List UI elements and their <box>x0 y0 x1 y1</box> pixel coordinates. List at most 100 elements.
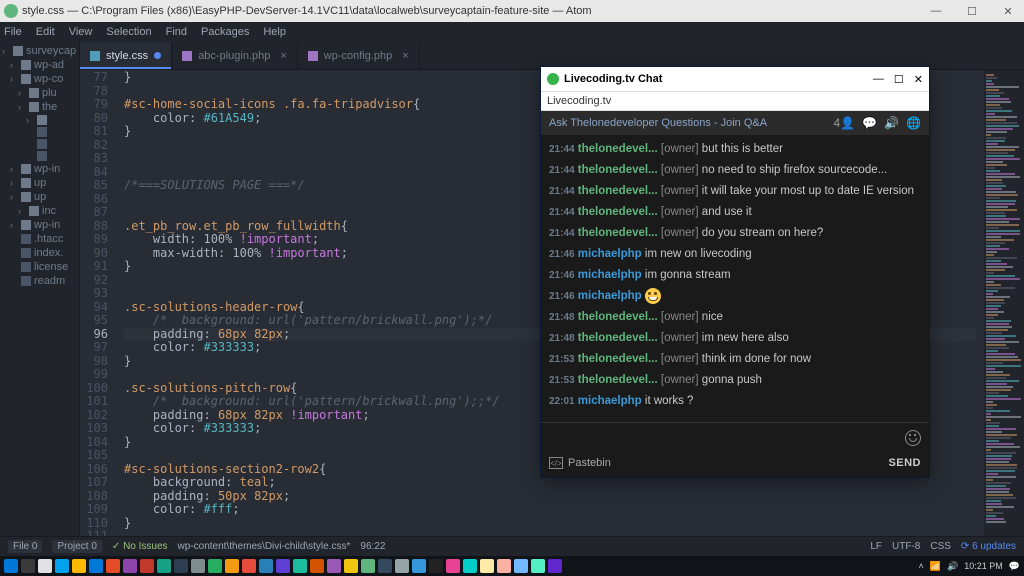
tray-up-icon[interactable]: ˄ <box>919 561 924 571</box>
window-close[interactable]: ✕ <box>996 5 1020 18</box>
tree-item[interactable]: ›inc <box>0 204 79 218</box>
tree-item[interactable]: ›wp-co <box>0 72 79 86</box>
tab-abc-plugin-php[interactable]: abc-plugin.php× <box>172 42 298 69</box>
chat-titlebar[interactable]: Livecoding.tv Chat — ☐ ✕ <box>541 67 929 91</box>
chat-maximize[interactable]: ☐ <box>894 73 904 86</box>
chat-icon[interactable]: 💬 <box>862 116 877 130</box>
tree-item[interactable]: ›wp-in <box>0 218 79 232</box>
taskbar-app-0[interactable] <box>4 559 18 573</box>
taskbar-app-12[interactable] <box>208 559 222 573</box>
tree-item[interactable]: ›up <box>0 176 79 190</box>
taskbar-app-9[interactable] <box>157 559 171 573</box>
taskbar-app-27[interactable] <box>463 559 477 573</box>
taskbar-app-5[interactable] <box>89 559 103 573</box>
taskbar-app-11[interactable] <box>191 559 205 573</box>
taskbar-app-13[interactable] <box>225 559 239 573</box>
menu-edit[interactable]: Edit <box>36 26 55 38</box>
window-maximize[interactable]: ☐ <box>960 5 984 18</box>
taskbar-app-7[interactable] <box>123 559 137 573</box>
tree-item[interactable]: ›wp-in <box>0 162 79 176</box>
chat-ask-text[interactable]: Ask Thelonedeveloper Questions - Join Q&… <box>549 117 767 129</box>
gutter: 7778798081828384858687888990919293949596… <box>80 70 116 536</box>
chat-messages[interactable]: 21:44 thelonedevel... [owner] but this i… <box>541 135 929 422</box>
chat-ask-bar[interactable]: Ask Thelonedeveloper Questions - Join Q&… <box>541 111 929 135</box>
taskbar-app-6[interactable] <box>106 559 120 573</box>
close-tab-icon[interactable]: × <box>402 50 408 62</box>
taskbar-app-4[interactable] <box>72 559 86 573</box>
taskbar-app-8[interactable] <box>140 559 154 573</box>
menu-find[interactable]: Find <box>166 26 187 38</box>
tree-item[interactable] <box>0 150 79 162</box>
tab-wp-config-php[interactable]: wp-config.php× <box>298 42 420 69</box>
taskbar-app-17[interactable] <box>293 559 307 573</box>
taskbar-app-20[interactable] <box>344 559 358 573</box>
taskbar-app-29[interactable] <box>497 559 511 573</box>
menu-packages[interactable]: Packages <box>201 26 249 38</box>
globe-icon[interactable]: 🌐 <box>906 116 921 130</box>
window-minimize[interactable]: — <box>924 5 948 18</box>
tree-item[interactable]: ›up <box>0 190 79 204</box>
taskbar-app-10[interactable] <box>174 559 188 573</box>
chat-close[interactable]: ✕ <box>914 73 923 86</box>
status-encoding[interactable]: UTF-8 <box>892 541 920 552</box>
sound-icon[interactable]: 🔊 <box>884 116 899 130</box>
taskbar-app-21[interactable] <box>361 559 375 573</box>
status-issues[interactable]: ✓ No Issues <box>112 541 168 552</box>
menu-view[interactable]: View <box>69 26 93 38</box>
tree-item[interactable]: license <box>0 260 79 274</box>
tree-item[interactable]: ›surveycap <box>0 44 79 58</box>
tree-item[interactable]: index. <box>0 246 79 260</box>
chat-input[interactable] <box>549 427 921 449</box>
tree-item[interactable]: › <box>0 114 79 126</box>
status-lf[interactable]: LF <box>870 541 882 552</box>
chat-minimize[interactable]: — <box>873 73 884 86</box>
taskbar-app-16[interactable] <box>276 559 290 573</box>
windows-taskbar[interactable]: ˄ 📶 🔊 10:21 PM 💬 <box>0 556 1024 576</box>
taskbar-app-22[interactable] <box>378 559 392 573</box>
tree-item[interactable] <box>0 126 79 138</box>
menu-selection[interactable]: Selection <box>106 26 151 38</box>
pastebin-button[interactable]: </>Pastebin <box>549 457 611 469</box>
status-updates[interactable]: ⟳ 6 updates <box>961 541 1016 552</box>
tree-item[interactable]: ›the <box>0 100 79 114</box>
status-language[interactable]: CSS <box>930 541 951 552</box>
taskbar-app-1[interactable] <box>21 559 35 573</box>
tree-view[interactable]: ›surveycap›wp-ad›wp-co›plu›the››wp-in›up… <box>0 42 80 536</box>
taskbar-app-3[interactable] <box>55 559 69 573</box>
tree-item[interactable]: ›plu <box>0 86 79 100</box>
chat-message: 22:01 michaelphp it works ? <box>549 391 921 412</box>
menu-help[interactable]: Help <box>263 26 286 38</box>
taskbar-app-24[interactable] <box>412 559 426 573</box>
taskbar-app-30[interactable] <box>514 559 528 573</box>
taskbar-app-23[interactable] <box>395 559 409 573</box>
taskbar-app-26[interactable] <box>446 559 460 573</box>
emoji-picker-icon[interactable] <box>905 430 921 446</box>
close-tab-icon[interactable]: × <box>280 50 286 62</box>
taskbar-app-25[interactable] <box>429 559 443 573</box>
tree-item[interactable] <box>0 138 79 150</box>
taskbar-app-32[interactable] <box>548 559 562 573</box>
tray-sound-icon[interactable]: 🔊 <box>947 561 958 572</box>
taskbar-app-28[interactable] <box>480 559 494 573</box>
tray-wifi-icon[interactable]: 📶 <box>930 561 941 572</box>
taskbar-app-19[interactable] <box>327 559 341 573</box>
taskbar-app-31[interactable] <box>531 559 545 573</box>
tab-style-css[interactable]: style.css <box>80 42 172 69</box>
livecoding-icon <box>547 73 559 85</box>
tree-item[interactable]: readm <box>0 274 79 288</box>
send-button[interactable]: SEND <box>888 457 921 469</box>
taskbar-app-14[interactable] <box>242 559 256 573</box>
minimap[interactable] <box>984 70 1024 536</box>
viewers-icon[interactable]: 4👤 <box>834 116 856 130</box>
status-file[interactable]: File 0 <box>8 540 42 553</box>
tray-notifications-icon[interactable]: 💬 <box>1009 561 1020 572</box>
taskbar-app-18[interactable] <box>310 559 324 573</box>
status-project[interactable]: Project 0 <box>52 540 101 553</box>
tray-time[interactable]: 10:21 PM <box>964 561 1003 571</box>
menu-file[interactable]: File <box>4 26 22 38</box>
tree-item[interactable]: ›wp-ad <box>0 58 79 72</box>
tree-item[interactable]: .htacc <box>0 232 79 246</box>
taskbar-app-2[interactable] <box>38 559 52 573</box>
taskbar-app-15[interactable] <box>259 559 273 573</box>
chat-window[interactable]: Livecoding.tv Chat — ☐ ✕ Livecoding.tv A… <box>540 66 930 478</box>
